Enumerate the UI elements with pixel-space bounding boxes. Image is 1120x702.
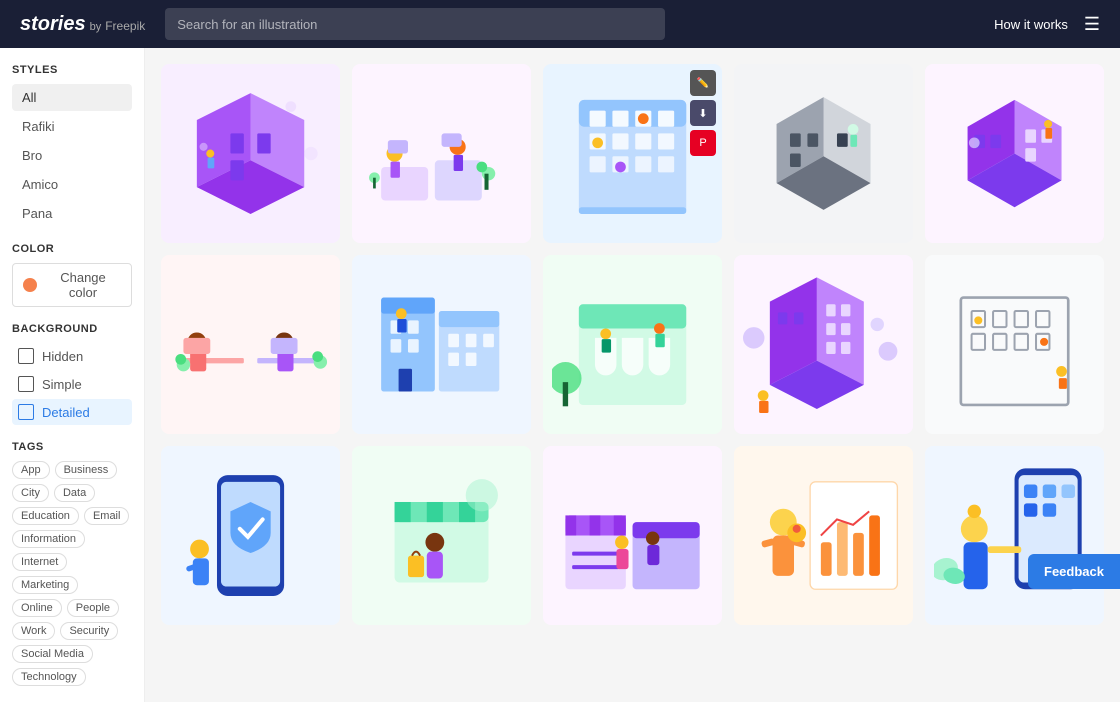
sidebar-item-bro[interactable]: Bro <box>12 142 132 169</box>
bg-simple[interactable]: Simple <box>12 371 132 397</box>
card-3-actions: ✏️ ⬇ P <box>690 70 716 156</box>
bg-hidden-label: Hidden <box>42 349 83 364</box>
card-11[interactable] <box>161 446 340 625</box>
hidden-bg-icon <box>18 348 34 364</box>
card-10[interactable] <box>925 255 1104 434</box>
card-12[interactable] <box>352 446 531 625</box>
page-layout: STYLES All Rafiki Bro Amico Pana COLOR C… <box>0 48 1120 702</box>
feedback-button[interactable]: Feedback <box>1028 554 1120 589</box>
card-14[interactable] <box>734 446 913 625</box>
card-6[interactable] <box>161 255 340 434</box>
tag-online[interactable]: Online <box>12 599 62 617</box>
card-4[interactable] <box>734 64 913 243</box>
tag-security[interactable]: Security <box>60 622 118 640</box>
sidebar-item-all[interactable]: All <box>12 84 132 111</box>
bg-detailed[interactable]: Detailed <box>12 399 132 425</box>
header-right: How it works ☰ <box>994 14 1100 35</box>
color-swatch <box>23 278 37 292</box>
bg-hidden[interactable]: Hidden <box>12 343 132 369</box>
tag-email[interactable]: Email <box>84 507 130 525</box>
tag-business[interactable]: Business <box>55 461 118 479</box>
card-3[interactable]: ✏️ ⬇ P <box>543 64 722 243</box>
download-button[interactable]: ⬇ <box>690 100 716 126</box>
tag-data[interactable]: Data <box>54 484 95 502</box>
edit-button[interactable]: ✏️ <box>690 70 716 96</box>
sidebar-item-pana[interactable]: Pana <box>12 200 132 227</box>
how-it-works-link[interactable]: How it works <box>994 17 1068 32</box>
card-9[interactable] <box>734 255 913 434</box>
tag-social-media[interactable]: Social Media <box>12 645 93 663</box>
change-color-button[interactable]: Change color <box>12 263 132 307</box>
sidebar: STYLES All Rafiki Bro Amico Pana COLOR C… <box>0 48 145 702</box>
card-2[interactable] <box>352 64 531 243</box>
tags-container: App Business City Data Education Email I… <box>12 461 132 686</box>
detailed-bg-icon <box>18 404 34 420</box>
tag-work[interactable]: Work <box>12 622 55 640</box>
pinterest-button[interactable]: P <box>690 130 716 156</box>
logo: stories by Freepik <box>20 13 145 36</box>
tag-education[interactable]: Education <box>12 507 79 525</box>
tag-technology[interactable]: Technology <box>12 668 86 686</box>
bg-detailed-label: Detailed <box>42 405 90 420</box>
card-5[interactable] <box>925 64 1104 243</box>
card-8[interactable] <box>543 255 722 434</box>
tag-city[interactable]: City <box>12 484 49 502</box>
card-13[interactable] <box>543 446 722 625</box>
styles-label: STYLES <box>12 64 132 76</box>
tag-internet[interactable]: Internet <box>12 553 67 571</box>
header: stories by Freepik How it works ☰ <box>0 0 1120 48</box>
background-label: BACKGROUND <box>12 323 132 335</box>
sidebar-item-rafiki[interactable]: Rafiki <box>12 113 132 140</box>
bg-simple-label: Simple <box>42 377 82 392</box>
tags-label: TAGS <box>12 441 132 453</box>
main-content: ✏️ ⬇ P <box>145 48 1120 702</box>
simple-bg-icon <box>18 376 34 392</box>
sidebar-item-amico[interactable]: Amico <box>12 171 132 198</box>
tag-marketing[interactable]: Marketing <box>12 576 78 594</box>
tag-people[interactable]: People <box>67 599 119 617</box>
menu-icon[interactable]: ☰ <box>1084 14 1100 35</box>
card-15[interactable] <box>925 446 1104 625</box>
logo-freepik-text: Freepik <box>105 19 145 33</box>
illustration-grid: ✏️ ⬇ P <box>161 64 1104 625</box>
change-color-label: Change color <box>45 270 121 300</box>
logo-by-text: by <box>90 21 102 33</box>
search-input[interactable] <box>165 8 665 40</box>
card-7[interactable] <box>352 255 531 434</box>
tag-information[interactable]: Information <box>12 530 85 548</box>
card-1[interactable] <box>161 64 340 243</box>
logo-stories-text: stories <box>20 13 86 36</box>
tag-app[interactable]: App <box>12 461 50 479</box>
color-label: COLOR <box>12 243 132 255</box>
